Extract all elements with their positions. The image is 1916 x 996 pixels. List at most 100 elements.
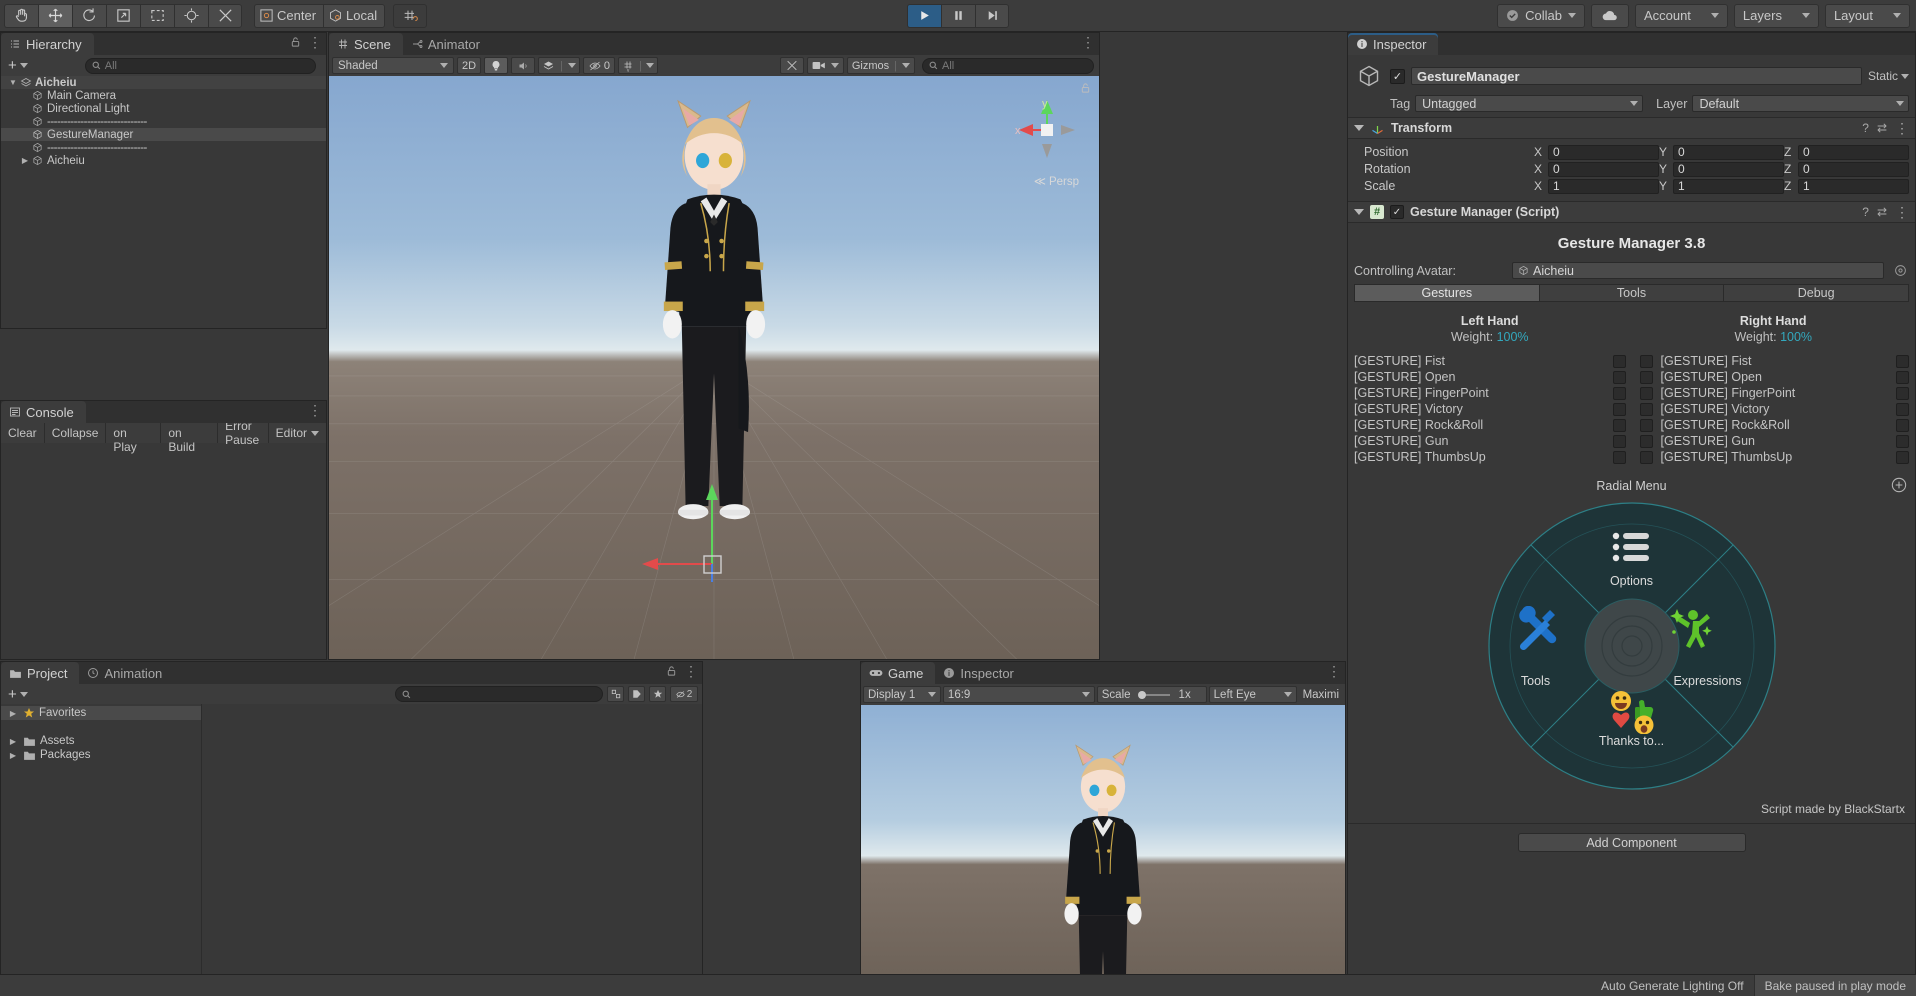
project-menu-icon[interactable]: ⋮ — [684, 664, 698, 678]
hierarchy-row-separator-1[interactable]: ------------------------------ — [1, 115, 326, 128]
foldout-collapsed-icon[interactable]: ▶ — [7, 709, 19, 718]
layers-button[interactable]: Layers — [1733, 3, 1819, 28]
rotation-x-input[interactable]: 0 — [1548, 161, 1659, 177]
left-gesture-row[interactable]: [GESTURE] ThumbsUp — [1348, 449, 1632, 465]
tab-game[interactable]: Game — [861, 662, 936, 684]
lock-open-icon[interactable] — [290, 36, 301, 48]
radial-item-options-label[interactable]: Options — [1572, 574, 1692, 588]
left-gesture-checkbox[interactable] — [1612, 434, 1626, 448]
play-button[interactable] — [907, 3, 941, 28]
scene-fx-dropdown[interactable]: | — [538, 57, 580, 74]
project-search-input[interactable] — [394, 686, 603, 702]
project-add-button[interactable]: + — [5, 686, 31, 703]
project-row-assets[interactable]: ▶ Assets — [1, 734, 201, 748]
foldout-collapsed-icon[interactable]: ▶ — [7, 751, 19, 760]
rect-tool-button[interactable] — [140, 3, 174, 28]
rotation-y-input[interactable]: 0 — [1673, 161, 1784, 177]
right-gesture-row[interactable]: [GESTURE] ThumbsUp — [1632, 449, 1916, 465]
game-aspect-dropdown[interactable]: 16:9 — [942, 686, 1095, 703]
console-menu-icon[interactable]: ⋮ — [308, 403, 322, 417]
left-gesture-checkbox[interactable] — [1612, 386, 1626, 400]
gesturemanager-component-header[interactable]: # ✓ Gesture Manager (Script) ? ⇄ ⋮ — [1348, 201, 1915, 223]
left-gesture-checkbox[interactable] — [1612, 370, 1626, 384]
tab-debug[interactable]: Debug — [1723, 284, 1910, 302]
left-gesture-checkbox[interactable] — [1612, 450, 1626, 464]
left-gesture-row[interactable]: [GESTURE] Open — [1348, 369, 1632, 385]
left-gesture-checkbox[interactable] — [1612, 402, 1626, 416]
left-gesture-checkbox[interactable] — [1612, 354, 1626, 368]
scene-viewport[interactable]: y x ≪ Persp — [329, 76, 1099, 659]
gesturemanager-enabled-checkbox[interactable]: ✓ — [1390, 205, 1404, 219]
right-gesture-checkbox-end[interactable] — [1896, 418, 1909, 432]
gesturemanager-menu-icon[interactable]: ⋮ — [1895, 205, 1909, 219]
game-viewport[interactable] — [861, 705, 1345, 995]
right-gesture-checkbox-end[interactable] — [1896, 370, 1909, 384]
step-button[interactable] — [975, 3, 1009, 28]
tab-tools[interactable]: Tools — [1538, 284, 1724, 302]
scene-lock-icon[interactable] — [1080, 82, 1091, 97]
console-editor-dropdown[interactable]: Editor — [269, 423, 326, 443]
tab-animation[interactable]: Animation — [79, 662, 174, 684]
hierarchy-row-separator-2[interactable]: ------------------------------ — [1, 141, 326, 154]
hierarchy-row-aicheiu[interactable]: ▶ Aicheiu — [1, 154, 326, 167]
left-gesture-row[interactable]: [GESTURE] Victory — [1348, 401, 1632, 417]
tab-scene[interactable]: Scene — [329, 33, 403, 55]
right-gesture-row[interactable]: [GESTURE] Rock&Roll — [1632, 417, 1916, 433]
grid-snap-button[interactable] — [393, 3, 428, 28]
foldout-collapsed-icon[interactable]: ▶ — [7, 737, 19, 746]
scale-y-input[interactable]: 1 — [1673, 178, 1784, 194]
layer-dropdown[interactable]: Default — [1692, 95, 1909, 112]
right-gesture-checkbox[interactable] — [1639, 370, 1653, 384]
right-gesture-row[interactable]: [GESTURE] Gun — [1632, 433, 1916, 449]
project-row-packages[interactable]: ▶ Packages — [1, 748, 201, 762]
left-gesture-checkbox[interactable] — [1612, 418, 1626, 432]
right-gesture-checkbox[interactable] — [1639, 386, 1653, 400]
right-gesture-checkbox[interactable] — [1639, 402, 1653, 416]
pivot-mode-button[interactable]: Center — [254, 3, 324, 28]
right-gesture-checkbox-end[interactable] — [1896, 386, 1909, 400]
layout-button[interactable]: Layout — [1824, 3, 1910, 28]
tab-animator[interactable]: Animator — [403, 33, 492, 55]
left-gesture-row[interactable]: [GESTURE] Rock&Roll — [1348, 417, 1632, 433]
tab-project[interactable]: Project — [1, 662, 80, 684]
pivot-rotation-button[interactable]: Local — [323, 3, 386, 28]
console-clear-button[interactable]: Clear — [1, 423, 45, 443]
right-gesture-row[interactable]: [GESTURE] FingerPoint — [1632, 385, 1916, 401]
scene-audio-toggle[interactable] — [511, 57, 536, 74]
rotate-tool-button[interactable] — [72, 3, 106, 28]
game-scale-slider[interactable]: Scale 1x — [1096, 686, 1207, 703]
radial-menu[interactable]: Options Expressions Tools Thanks to... — [1472, 496, 1792, 796]
add-component-button[interactable]: Add Component — [1517, 833, 1746, 852]
hierarchy-menu-icon[interactable]: ⋮ — [308, 35, 322, 49]
game-maximize-toggle[interactable]: Maximi — [1299, 686, 1343, 703]
right-gesture-checkbox[interactable] — [1639, 418, 1653, 432]
scene-hidden-objects-button[interactable]: 0 — [582, 57, 616, 74]
transform-component-header[interactable]: Transform ? ⇄ ⋮ — [1348, 117, 1915, 139]
hierarchy-search-input[interactable]: All — [84, 57, 316, 74]
foldout-expanded-icon[interactable]: ▼ — [7, 78, 19, 87]
tab-inspector[interactable]: Inspector — [1348, 33, 1439, 55]
scene-search-input[interactable]: All — [922, 57, 1094, 74]
cloud-button[interactable] — [1590, 3, 1629, 28]
object-picker-icon[interactable] — [1894, 264, 1907, 277]
hierarchy-row-scene[interactable]: ▼ Aicheiu — [1, 76, 326, 89]
move-tool-button[interactable] — [38, 3, 72, 28]
gameobject-name-field[interactable]: GestureManager — [1411, 67, 1862, 85]
game-display-dropdown[interactable]: Display 1 — [863, 686, 941, 703]
gameobject-enabled-checkbox[interactable]: ✓ — [1390, 68, 1405, 84]
hierarchy-row-main-camera[interactable]: Main Camera — [1, 89, 326, 102]
rotation-z-input[interactable]: 0 — [1798, 161, 1909, 177]
scene-2d-toggle[interactable]: 2D — [457, 57, 482, 74]
right-gesture-row[interactable]: [GESTURE] Open — [1632, 369, 1916, 385]
scale-x-input[interactable]: 1 — [1548, 178, 1659, 194]
tab-inspector-bottom[interactable]: Inspector — [935, 662, 1025, 684]
hierarchy-row-gesturemanager[interactable]: GestureManager — [1, 128, 326, 141]
foldout-expanded-icon[interactable] — [1354, 125, 1364, 131]
project-row-favorites[interactable]: ▶ Favorites — [1, 706, 201, 720]
project-filter-label-button[interactable] — [628, 686, 645, 702]
right-gesture-checkbox[interactable] — [1639, 434, 1653, 448]
scene-camera-dropdown[interactable] — [806, 57, 844, 74]
game-eye-dropdown[interactable]: Left Eye — [1208, 686, 1297, 703]
tab-console[interactable]: Console — [1, 401, 86, 423]
scale-tool-button[interactable] — [106, 3, 140, 28]
